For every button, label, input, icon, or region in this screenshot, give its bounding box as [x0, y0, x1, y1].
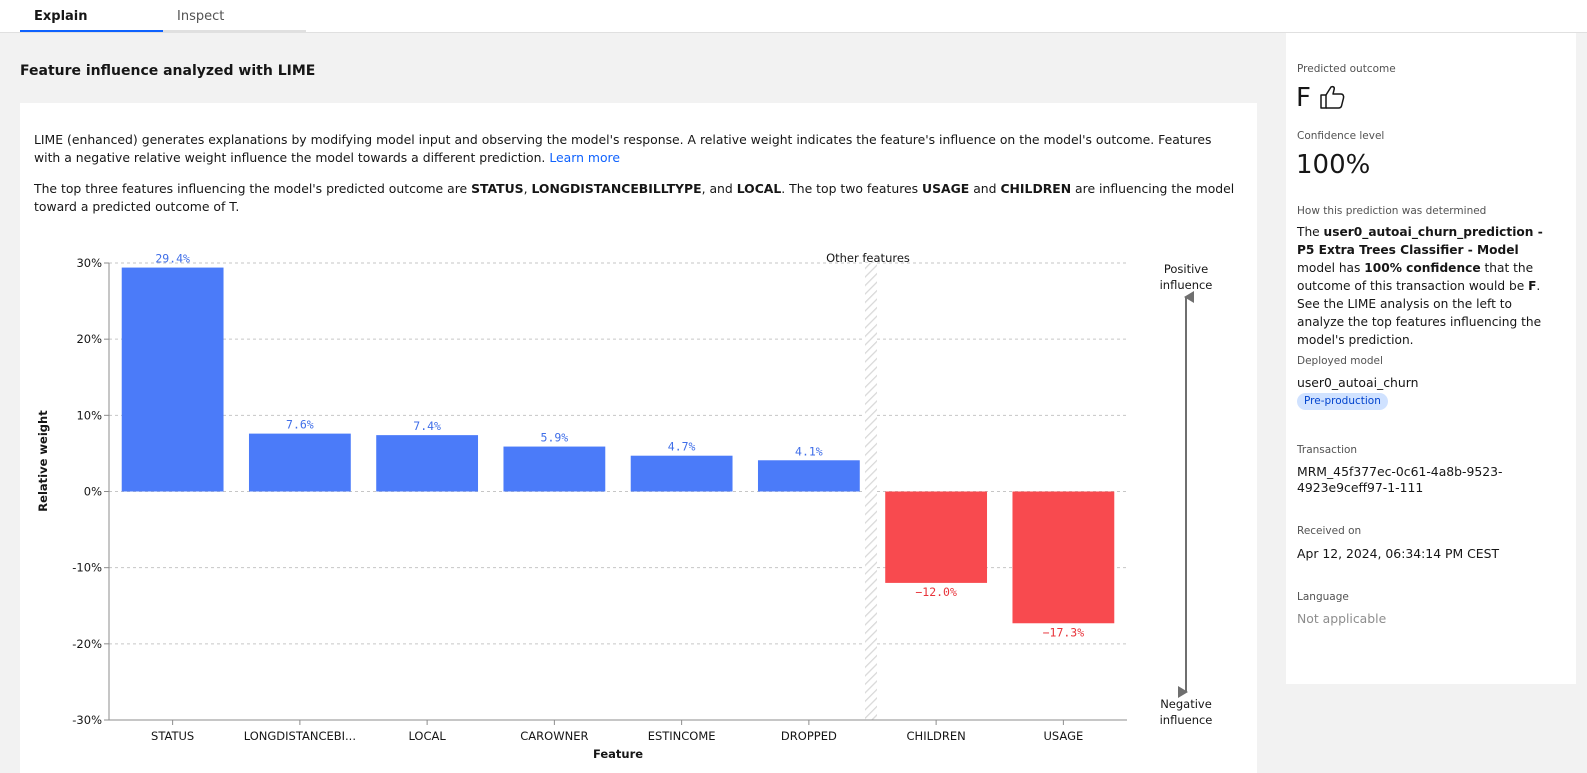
y-tick-label: -20% — [72, 637, 102, 651]
section-title: Feature influence analyzed with LIME — [20, 63, 316, 79]
prediction-details-panel: Predicted outcome F Confidence level 100… — [1286, 33, 1576, 684]
transaction-id: MRM_45f377ec-0c61-4a8b-9523- — [1297, 464, 1503, 479]
deployed-model-label: Deployed model — [1297, 355, 1383, 367]
y-tick-label: -30% — [72, 713, 102, 727]
y-tick-label: 30% — [76, 256, 102, 270]
x-tick-label: ESTINCOME — [648, 729, 716, 743]
tab-inspect[interactable]: Inspect — [163, 0, 306, 32]
y-tick-label: 0% — [84, 485, 102, 499]
bar-value-label: 4.7% — [668, 440, 696, 454]
bar-status[interactable] — [121, 267, 224, 492]
positive-influence-label: influence — [1160, 278, 1213, 292]
predicted-outcome-value: F — [1296, 83, 1311, 113]
other-features-label: Other features — [826, 251, 910, 265]
negative-influence-label: influence — [1160, 713, 1213, 727]
bar-estincome[interactable] — [630, 455, 733, 492]
how-text: The — [1297, 225, 1324, 239]
transaction-label: Transaction — [1297, 444, 1358, 456]
deployed-model-value: user0_autoai_churn — [1297, 375, 1419, 390]
y-tick-label: -10% — [72, 561, 102, 575]
x-tick-label: CHILDREN — [907, 729, 966, 743]
predicted-outcome-label: Predicted outcome — [1297, 63, 1396, 75]
bar-local[interactable] — [376, 435, 479, 492]
how-text: model has — [1297, 261, 1365, 275]
y-axis-title: Relative weight — [36, 410, 50, 512]
confidence-label: Confidence level — [1297, 130, 1385, 142]
how-determined-label: How this prediction was determined — [1297, 205, 1487, 217]
negative-influence-label: Negative — [1160, 697, 1212, 711]
thumbs-up-icon — [1320, 85, 1345, 109]
x-tick-label: LONGDISTANCEBI... — [244, 729, 356, 743]
bar-value-label: −12.0% — [915, 585, 957, 599]
x-axis-title: Feature — [593, 747, 643, 761]
confidence-value: 100% — [1296, 150, 1371, 180]
chart-bars: 29.4% 7.6% 7.4% 5.9% 4.7% 4.1% −12.0% −17.3% — [121, 252, 1115, 639]
status-badge: Pre-production — [1297, 393, 1388, 410]
positive-influence-label: Positive — [1164, 262, 1208, 276]
y-tick-label: 20% — [76, 332, 102, 346]
received-on-label: Received on — [1297, 525, 1362, 537]
tab-explain[interactable]: Explain — [20, 0, 163, 32]
bar-longdistancebi[interactable] — [248, 433, 351, 492]
bar-dropped[interactable] — [757, 460, 860, 492]
received-on-value: Apr 12, 2024, 06:34:14 PM CEST — [1297, 546, 1500, 561]
confidence-emphasis: 100% confidence — [1364, 261, 1481, 275]
model-name: user0_autoai_churn_prediction - P5 Extra… — [1297, 225, 1543, 257]
bar-value-label: 7.4% — [413, 419, 441, 433]
x-tick-label: LOCAL — [408, 729, 446, 743]
bar-value-label: 7.6% — [286, 418, 314, 432]
language-label: Language — [1297, 591, 1349, 603]
bar-value-label: 5.9% — [541, 431, 569, 445]
language-value: Not applicable — [1297, 611, 1387, 626]
bar-usage[interactable] — [1012, 491, 1115, 624]
x-tick-label: DROPPED — [781, 729, 837, 743]
bar-children[interactable] — [885, 491, 988, 583]
lime-bar-chart: Other features 29.4% 7.6% 7.4% 5.9% 4.7% 4.1%… — [36, 251, 1213, 761]
transaction-id: 4923e9ceff97-1-111 — [1297, 480, 1424, 495]
bar-value-label: −17.3% — [1043, 625, 1085, 639]
bar-value-label: 29.4% — [155, 252, 190, 266]
lime-card: LIME (enhanced) generates explanations b… — [20, 103, 1257, 773]
x-tick-label: STATUS — [151, 729, 194, 743]
how-determined-text: The user0_autoai_churn_prediction - P5 E… — [1297, 223, 1559, 349]
y-tick-label: 10% — [76, 408, 102, 422]
bar-value-label: 4.1% — [795, 444, 823, 458]
x-tick-label: CAROWNER — [520, 729, 588, 743]
x-tick-label: USAGE — [1043, 729, 1083, 743]
bar-carowner[interactable] — [503, 446, 606, 492]
tab-bar: Explain Inspect — [0, 0, 1587, 33]
other-features-divider — [865, 263, 877, 720]
